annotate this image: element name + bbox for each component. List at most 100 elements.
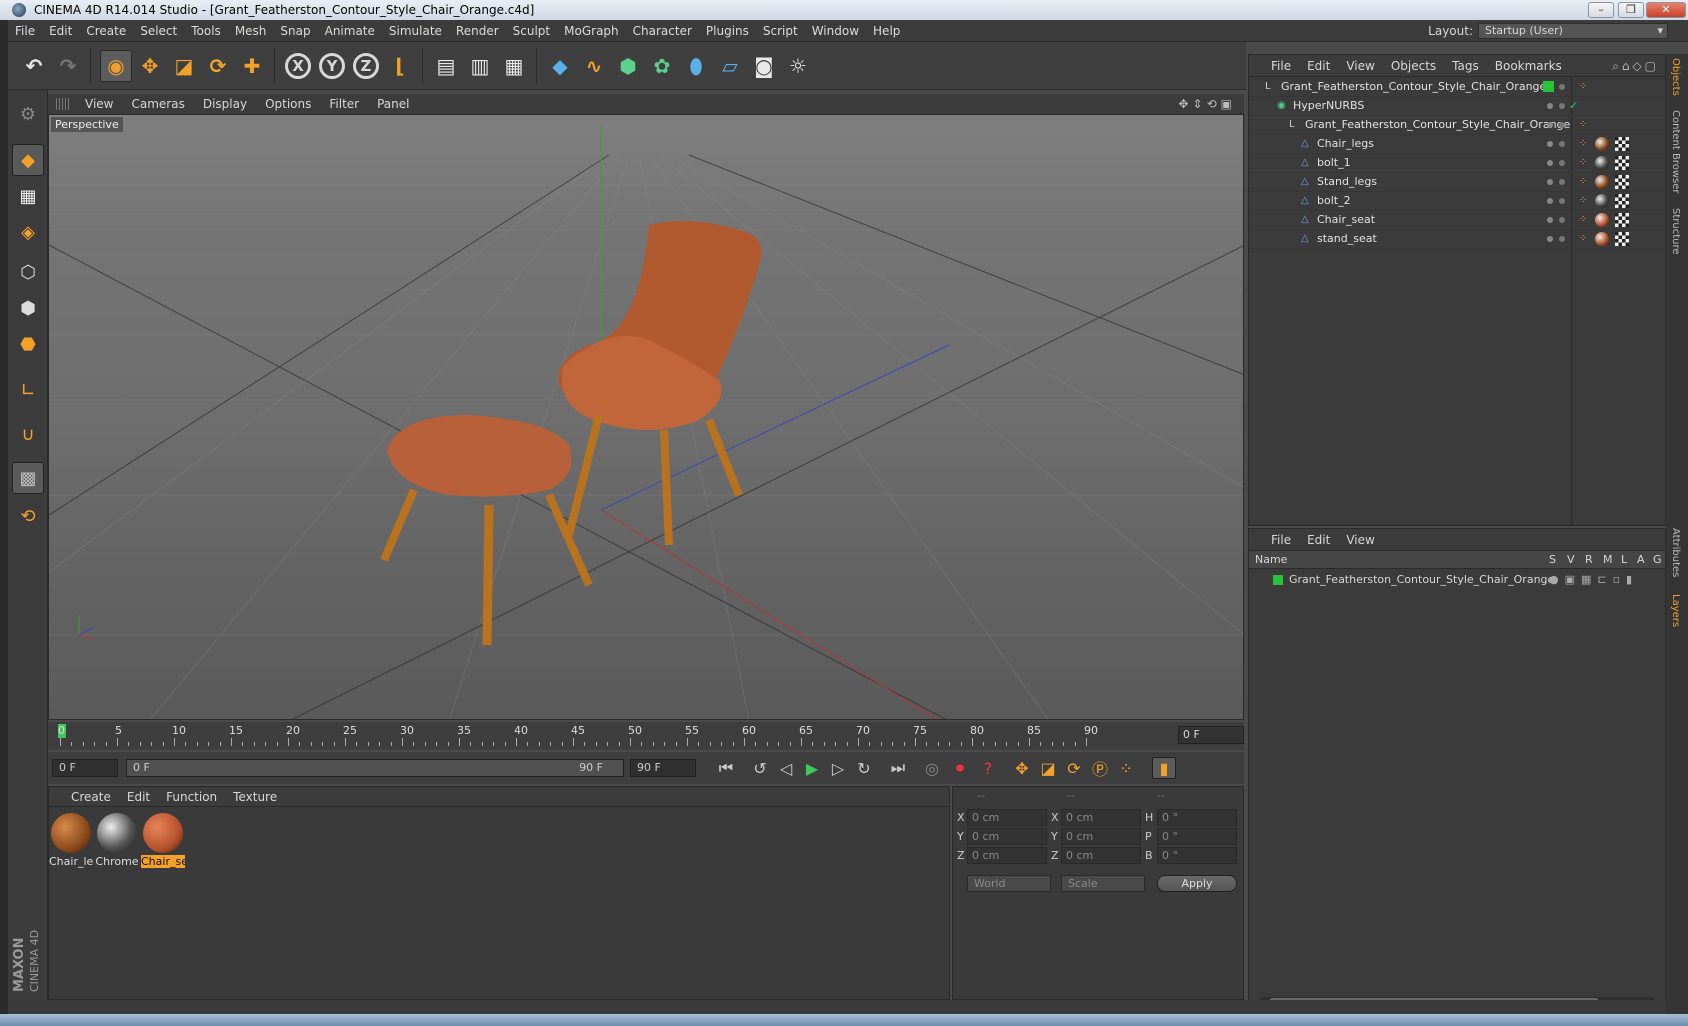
array-icon[interactable]: ✿ — [646, 50, 678, 82]
material-menu-edit[interactable]: Edit — [119, 787, 158, 807]
live-selection-icon[interactable]: ◉ — [100, 50, 132, 82]
render-visibility-dot[interactable] — [1559, 179, 1565, 185]
key-parameter-icon[interactable]: Ⓟ — [1088, 757, 1112, 779]
layer-toggle-icons[interactable]: ●▣▦⊏▫▮ — [1549, 571, 1638, 589]
object-row[interactable]: △ Chair_legs ⁘ — [1249, 134, 1665, 154]
autokey-icon[interactable]: ⏺ — [948, 757, 972, 779]
record-active-icon[interactable]: ◎ — [920, 757, 944, 779]
close-button[interactable]: ✕ — [1646, 2, 1686, 18]
key-position-icon[interactable]: ✥ — [1010, 757, 1034, 779]
layer-row[interactable]: Grant_Featherston_Contour_Style_Chair_Or… — [1249, 571, 1665, 589]
menu-select[interactable]: Select — [133, 20, 184, 42]
object-menu-file[interactable]: File — [1263, 55, 1299, 77]
edges-mode-icon[interactable]: ⬢ — [12, 292, 44, 324]
viewport-menu-cameras[interactable]: Cameras — [122, 94, 193, 114]
menu-snap[interactable]: Snap — [273, 20, 317, 42]
size-z-field[interactable]: 0 cm — [1061, 847, 1141, 864]
edit-render-settings-icon[interactable]: ▦ — [498, 50, 530, 82]
render-visibility-dot[interactable] — [1559, 103, 1565, 109]
maximize-button[interactable]: ❐ — [1618, 2, 1644, 18]
material-tag-icon[interactable] — [1595, 137, 1609, 151]
axis-mode-icon[interactable]: ∟ — [12, 374, 44, 406]
viewport-camera-label[interactable]: Perspective — [51, 117, 123, 132]
cube-icon[interactable]: ◆ — [544, 50, 576, 82]
frame-range-slider[interactable]: 0 F 90 F — [126, 759, 624, 777]
editor-visibility-dot[interactable] — [1547, 236, 1553, 242]
current-frame-field[interactable]: 0 F — [1178, 726, 1244, 744]
menu-create[interactable]: Create — [79, 20, 133, 42]
deformer-icon[interactable]: ⬮ — [680, 50, 712, 82]
render-visibility-dot[interactable] — [1559, 160, 1565, 166]
size-y-field[interactable]: 0 cm — [1061, 828, 1141, 845]
prev-key-icon[interactable]: ↺ — [748, 757, 772, 779]
tab-objects[interactable]: Objects — [1670, 58, 1681, 96]
pos-z-field[interactable]: 0 cm — [967, 847, 1047, 864]
object-menu-view[interactable]: View — [1338, 55, 1382, 77]
material-swatch[interactable]: Chair_le — [49, 811, 93, 871]
rot-h-field[interactable]: 0 ° — [1157, 809, 1237, 826]
tab-layers[interactable]: Layers — [1670, 594, 1681, 627]
locked-workplane-icon[interactable]: ⟲ — [12, 500, 44, 532]
editor-visibility-dot[interactable] — [1547, 160, 1553, 166]
object-row[interactable]: ◉ HyperNURBS ✓ — [1249, 96, 1665, 116]
goto-start-icon[interactable]: ⏮ — [714, 757, 738, 779]
menu-tools[interactable]: Tools — [184, 20, 228, 42]
phong-tag-icon[interactable]: ⁘ — [1579, 210, 1587, 230]
move-icon[interactable]: ✥ — [134, 50, 166, 82]
render-visibility-dot[interactable] — [1559, 122, 1565, 128]
rotate-icon[interactable]: ⟳ — [202, 50, 234, 82]
phong-tag-icon[interactable]: ⁘ — [1579, 134, 1587, 154]
floor-icon[interactable]: ▱ — [714, 50, 746, 82]
panel-grip-icon[interactable] — [56, 98, 70, 110]
rot-b-field[interactable]: 0 ° — [1157, 847, 1237, 864]
world-coordinates-icon[interactable]: ⌊ — [384, 50, 416, 82]
size-x-field[interactable]: 0 cm — [1061, 809, 1141, 826]
keyframe-selection-icon[interactable]: ? — [976, 757, 1000, 779]
enabled-check-icon[interactable]: ✓ — [1569, 96, 1578, 116]
material-swatch[interactable]: Chair_se — [141, 811, 185, 871]
render-visibility-dot[interactable] — [1559, 217, 1565, 223]
minimize-button[interactable]: – — [1588, 2, 1614, 18]
material-tag-icon[interactable] — [1595, 194, 1609, 208]
object-row[interactable]: L Grant_Featherston_Contour_Style_Chair_O… — [1249, 115, 1665, 135]
menu-simulate[interactable]: Simulate — [382, 20, 449, 42]
render-visibility-dot[interactable] — [1559, 236, 1565, 242]
spline-icon[interactable]: ∿ — [578, 50, 610, 82]
phong-tag-icon[interactable]: ⁘ — [1579, 77, 1587, 97]
y-axis-icon[interactable]: Y — [316, 50, 348, 82]
phong-tag-icon[interactable]: ⁘ — [1579, 191, 1587, 211]
menu-animate[interactable]: Animate — [318, 20, 382, 42]
tab-content-browser[interactable]: Content Browser — [1670, 110, 1681, 193]
layer-color-swatch[interactable] — [1273, 575, 1283, 585]
nurbs-icon[interactable]: ⬢ — [612, 50, 644, 82]
perspective-viewport[interactable]: Perspective — [48, 114, 1244, 720]
start-frame-field[interactable]: 0 F — [52, 759, 118, 777]
object-row[interactable]: L Grant_Featherston_Contour_Style_Chair_O… — [1249, 77, 1665, 97]
material-tag-icon[interactable] — [1595, 213, 1609, 227]
tab-structure[interactable]: Structure — [1670, 208, 1681, 255]
object-row[interactable]: △ stand_seat ⁘ — [1249, 229, 1665, 249]
play-icon[interactable]: ▶ — [800, 757, 824, 779]
prev-frame-icon[interactable]: ◁ — [774, 757, 798, 779]
render-visibility-dot[interactable] — [1559, 198, 1565, 204]
key-rotation-icon[interactable]: ⟳ — [1062, 757, 1086, 779]
snap-magnet-icon[interactable]: ∪ — [12, 418, 44, 450]
render-picture-viewer-icon[interactable]: ▥ — [464, 50, 496, 82]
editor-visibility-dot[interactable] — [1547, 122, 1553, 128]
menu-mesh[interactable]: Mesh — [228, 20, 274, 42]
menu-plugins[interactable]: Plugins — [699, 20, 756, 42]
layer-menu-edit[interactable]: Edit — [1299, 529, 1338, 551]
model-mode-icon[interactable]: ◆ — [12, 144, 44, 176]
viewport-menu-display[interactable]: Display — [194, 94, 256, 114]
menu-edit[interactable]: Edit — [42, 20, 79, 42]
menu-help[interactable]: Help — [866, 20, 907, 42]
material-menu-create[interactable]: Create — [63, 787, 119, 807]
object-row[interactable]: △ Stand_legs ⁘ — [1249, 172, 1665, 192]
editor-visibility-dot[interactable] — [1547, 179, 1553, 185]
goto-end-icon[interactable]: ⏭ — [886, 757, 910, 779]
object-menu-tags[interactable]: Tags — [1444, 55, 1487, 77]
editor-visibility-dot[interactable] — [1547, 103, 1553, 109]
uvw-tag-icon[interactable] — [1615, 156, 1629, 170]
x-axis-icon[interactable]: X — [282, 50, 314, 82]
size-mode-dropdown[interactable]: Scale — [1061, 875, 1145, 892]
